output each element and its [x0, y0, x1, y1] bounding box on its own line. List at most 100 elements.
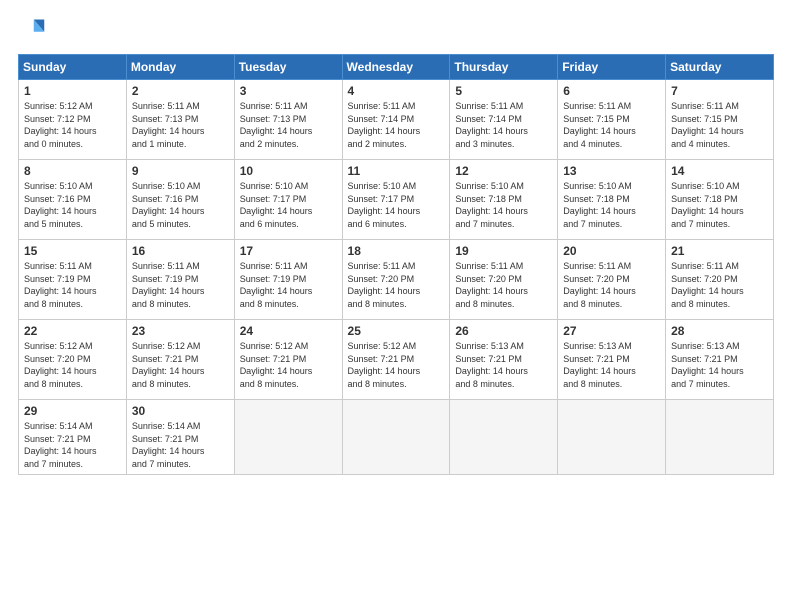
- day-info: Sunrise: 5:11 AMSunset: 7:20 PMDaylight:…: [671, 260, 768, 310]
- daylight-label: Daylight: 14 hours: [455, 206, 528, 216]
- day-number: 24: [240, 324, 337, 338]
- calendar-cell: 14Sunrise: 5:10 AMSunset: 7:18 PMDayligh…: [666, 160, 774, 240]
- daylight-value: and 2 minutes.: [348, 139, 407, 149]
- calendar-cell: 27Sunrise: 5:13 AMSunset: 7:21 PMDayligh…: [558, 320, 666, 400]
- sunrise-label: Sunrise: 5:10 AM: [563, 181, 632, 191]
- sunrise-label: Sunrise: 5:11 AM: [348, 261, 416, 271]
- calendar-cell: [342, 400, 450, 475]
- calendar-cell: 19Sunrise: 5:11 AMSunset: 7:20 PMDayligh…: [450, 240, 558, 320]
- weekday-header-cell: Thursday: [450, 55, 558, 80]
- sunrise-label: Sunrise: 5:10 AM: [348, 181, 417, 191]
- daylight-label: Daylight: 14 hours: [240, 366, 313, 376]
- day-info: Sunrise: 5:11 AMSunset: 7:14 PMDaylight:…: [455, 100, 552, 150]
- daylight-value: and 8 minutes.: [24, 299, 83, 309]
- calendar-cell: 18Sunrise: 5:11 AMSunset: 7:20 PMDayligh…: [342, 240, 450, 320]
- day-number: 15: [24, 244, 121, 258]
- daylight-label: Daylight: 14 hours: [132, 366, 205, 376]
- sunset-label: Sunset: 7:15 PM: [671, 114, 738, 124]
- day-info: Sunrise: 5:11 AMSunset: 7:14 PMDaylight:…: [348, 100, 445, 150]
- calendar-cell: 22Sunrise: 5:12 AMSunset: 7:20 PMDayligh…: [19, 320, 127, 400]
- daylight-label: Daylight: 14 hours: [24, 366, 97, 376]
- day-number: 8: [24, 164, 121, 178]
- day-number: 18: [348, 244, 445, 258]
- daylight-value: and 1 minute.: [132, 139, 187, 149]
- sunset-label: Sunset: 7:20 PM: [348, 274, 415, 284]
- sunrise-label: Sunrise: 5:10 AM: [671, 181, 740, 191]
- daylight-label: Daylight: 14 hours: [455, 126, 528, 136]
- daylight-label: Daylight: 14 hours: [671, 206, 744, 216]
- day-number: 16: [132, 244, 229, 258]
- calendar-cell: 5 Sunrise: 5:11 AMSunset: 7:14 PMDaylight…: [450, 80, 558, 160]
- sunset-label: Sunset: 7:13 PM: [132, 114, 199, 124]
- day-number: 7: [671, 84, 768, 98]
- sunset-label: Sunset: 7:13 PM: [240, 114, 307, 124]
- sunset-label: Sunset: 7:21 PM: [132, 354, 199, 364]
- daylight-value: and 7 minutes.: [24, 459, 83, 469]
- day-info: Sunrise: 5:13 AMSunset: 7:21 PMDaylight:…: [455, 340, 552, 390]
- sunset-label: Sunset: 7:12 PM: [24, 114, 91, 124]
- daylight-label: Daylight: 14 hours: [240, 286, 313, 296]
- sunset-label: Sunset: 7:20 PM: [563, 274, 630, 284]
- sunset-label: Sunset: 7:21 PM: [671, 354, 738, 364]
- day-number: 5: [455, 84, 552, 98]
- day-number: 25: [348, 324, 445, 338]
- daylight-label: Daylight: 14 hours: [348, 366, 421, 376]
- sunrise-label: Sunrise: 5:11 AM: [563, 101, 631, 111]
- day-info: Sunrise: 5:10 AMSunset: 7:17 PMDaylight:…: [348, 180, 445, 230]
- calendar-cell: 10Sunrise: 5:10 AMSunset: 7:17 PMDayligh…: [234, 160, 342, 240]
- calendar-week-row: 1Sunrise: 5:12 AMSunset: 7:12 PMDaylight…: [19, 80, 774, 160]
- calendar-cell: 24 Sunrise: 5:12 AM Sunset: 7:21 PM Dayligh…: [234, 320, 342, 400]
- daylight-value: and 7 minutes.: [563, 219, 622, 229]
- daylight-value: and 8 minutes.: [240, 379, 299, 389]
- daylight-label: Daylight: 14 hours: [563, 286, 636, 296]
- calendar-week-row: 15 Sunrise: 5:11 AMSunset: 7:19 PMDayligh…: [19, 240, 774, 320]
- day-info: Sunrise: 5:11 AMSunset: 7:19 PMDaylight:…: [240, 260, 337, 310]
- day-info: Sunrise: 5:12 AMSunset: 7:21 PMDaylight:…: [132, 340, 229, 390]
- sunset-label: Sunset: 7:21 PM: [563, 354, 630, 364]
- sunset-label: Sunset: 7:14 PM: [348, 114, 415, 124]
- weekday-header-cell: Monday: [126, 55, 234, 80]
- day-info: Sunrise: 5:11 AMSunset: 7:19 PMDaylight:…: [24, 260, 121, 310]
- calendar-cell: 4Sunrise: 5:11 AMSunset: 7:14 PMDaylight…: [342, 80, 450, 160]
- sunset-label: Sunset: 7:21 PM: [240, 354, 307, 364]
- daylight-label: Daylight: 14 hours: [348, 206, 421, 216]
- sunrise-label: Sunrise: 5:12 AM: [240, 341, 309, 351]
- calendar-cell: [558, 400, 666, 475]
- sunrise-label: Sunrise: 5:13 AM: [455, 341, 524, 351]
- daylight-value: and 8 minutes.: [455, 299, 514, 309]
- sunrise-label: Sunrise: 5:11 AM: [348, 101, 416, 111]
- sunrise-label: Sunrise: 5:11 AM: [671, 261, 739, 271]
- sunrise-label: Sunrise: 5:11 AM: [132, 101, 200, 111]
- day-number: 9: [132, 164, 229, 178]
- daylight-label: Daylight: 14 hours: [455, 286, 528, 296]
- sunset-label: Sunset: 7:21 PM: [24, 434, 91, 444]
- calendar-cell: 8Sunrise: 5:10 AMSunset: 7:16 PMDaylight…: [19, 160, 127, 240]
- daylight-value: and 7 minutes.: [671, 379, 730, 389]
- daylight-value: and 8 minutes.: [563, 299, 622, 309]
- calendar-cell: 7Sunrise: 5:11 AMSunset: 7:15 PMDaylight…: [666, 80, 774, 160]
- day-number: 3: [240, 84, 337, 98]
- page: SundayMondayTuesdayWednesdayThursdayFrid…: [0, 0, 792, 612]
- weekday-header-cell: Wednesday: [342, 55, 450, 80]
- sunrise-label: Sunrise: 5:14 AM: [132, 421, 201, 431]
- daylight-value: and 5 minutes.: [132, 219, 191, 229]
- calendar-cell: 30Sunrise: 5:14 AMSunset: 7:21 PMDayligh…: [126, 400, 234, 475]
- calendar-cell: [666, 400, 774, 475]
- calendar-cell: 11Sunrise: 5:10 AMSunset: 7:17 PMDayligh…: [342, 160, 450, 240]
- day-number: 19: [455, 244, 552, 258]
- daylight-label: Daylight: 14 hours: [563, 366, 636, 376]
- sunrise-label: Sunrise: 5:11 AM: [455, 101, 523, 111]
- calendar-cell: 20Sunrise: 5:11 AMSunset: 7:20 PMDayligh…: [558, 240, 666, 320]
- daylight-value: and 8 minutes.: [24, 379, 83, 389]
- daylight-label: Daylight: 14 hours: [132, 446, 205, 456]
- daylight-value: and 7 minutes.: [132, 459, 191, 469]
- sunrise-label: Sunrise: 5:12 AM: [24, 101, 93, 111]
- daylight-value: and 4 minutes.: [563, 139, 622, 149]
- calendar-cell: 16Sunrise: 5:11 AMSunset: 7:19 PMDayligh…: [126, 240, 234, 320]
- day-number: 26: [455, 324, 552, 338]
- calendar-cell: 28Sunrise: 5:13 AMSunset: 7:21 PMDayligh…: [666, 320, 774, 400]
- sunrise-label: Sunrise: 5:11 AM: [671, 101, 739, 111]
- daylight-value: and 8 minutes.: [348, 299, 407, 309]
- calendar-cell: 29Sunrise: 5:14 AMSunset: 7:21 PMDayligh…: [19, 400, 127, 475]
- day-info: Sunrise: 5:11 AMSunset: 7:20 PMDaylight:…: [563, 260, 660, 310]
